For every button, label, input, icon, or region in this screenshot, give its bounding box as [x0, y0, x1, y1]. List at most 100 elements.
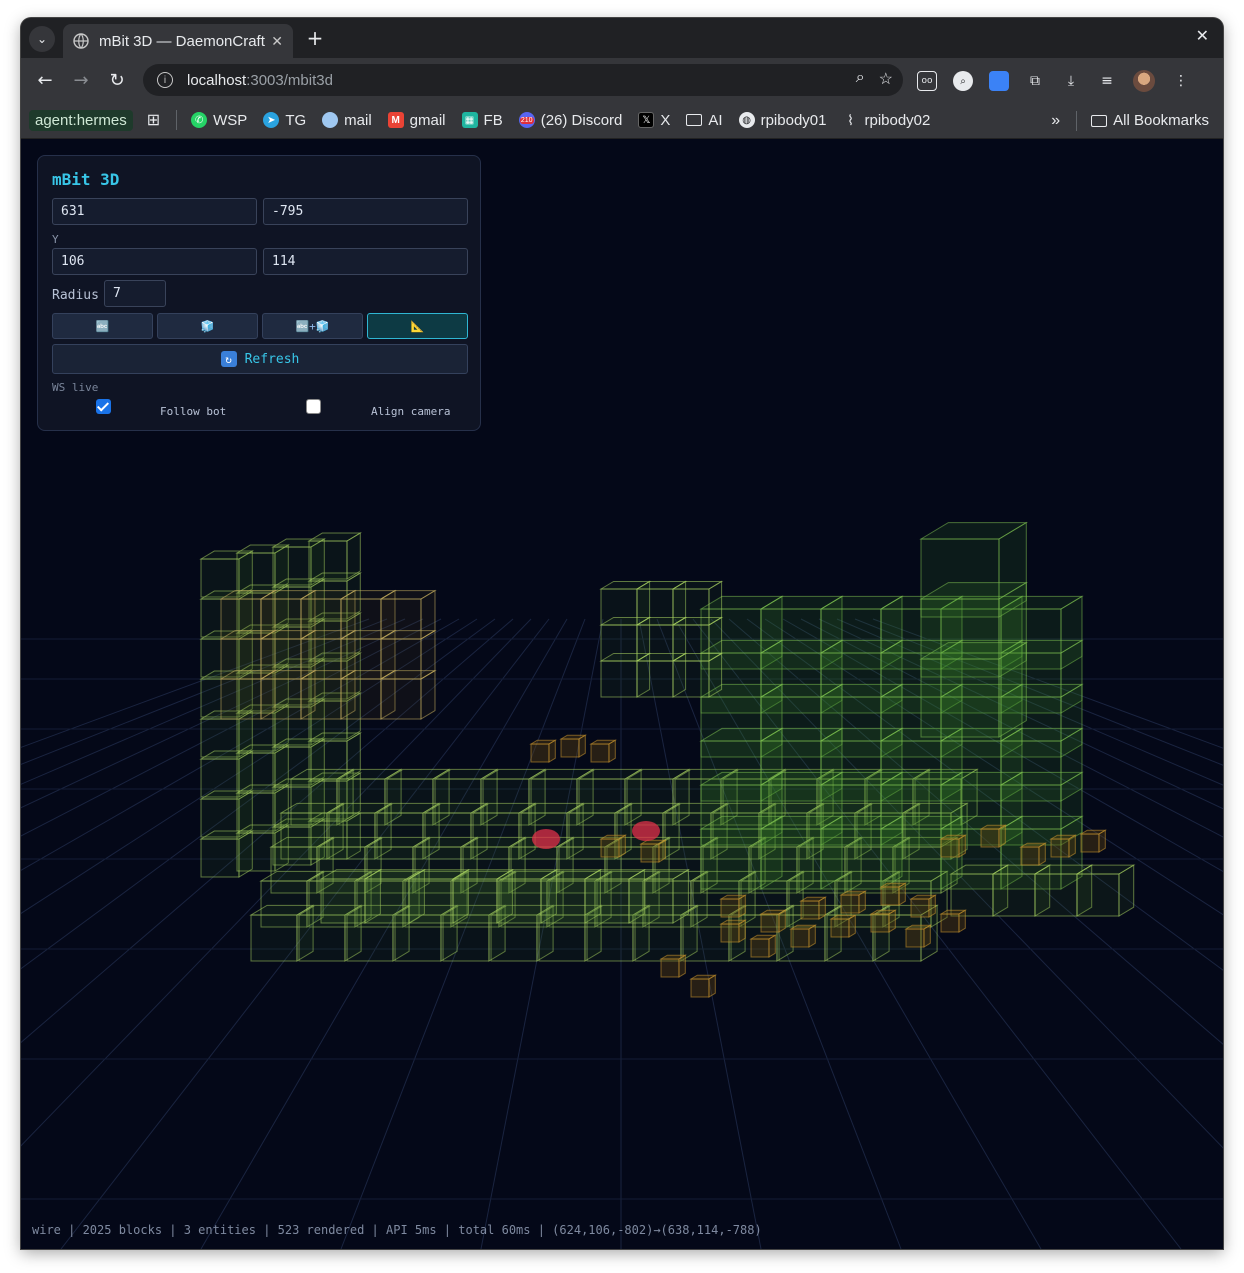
- mode-wire-button[interactable]: 📐: [367, 313, 468, 339]
- bookmark-x[interactable]: 𝕏X: [638, 112, 670, 129]
- bookmark-gmail[interactable]: Mgmail: [387, 111, 446, 129]
- voxel-face: [998, 824, 1006, 848]
- new-tab-button[interactable]: +: [303, 26, 327, 50]
- voxel-face: [364, 878, 410, 924]
- entity-marker: [632, 821, 660, 841]
- media-control-icon[interactable]: ≡: [1097, 71, 1117, 91]
- voxel-face: [808, 924, 816, 948]
- whatsapp-icon: ✆: [191, 112, 208, 128]
- discord-icon: 210: [518, 112, 535, 128]
- profile-avatar[interactable]: [1133, 70, 1155, 92]
- bookmark-mail[interactable]: mail: [322, 112, 372, 129]
- voxel-face: [768, 934, 776, 958]
- voxel-face: [1068, 834, 1076, 858]
- voxel-block: [789, 924, 818, 948]
- voxel-face: [738, 894, 746, 918]
- bookmark-label: gmail: [409, 111, 446, 129]
- voxel-face: [800, 900, 820, 920]
- extension-glasses-icon[interactable]: oo: [917, 71, 937, 91]
- refresh-button[interactable]: ↻ Refresh: [52, 344, 468, 374]
- arrow-right-icon: →: [73, 69, 89, 91]
- extensions-puzzle-icon[interactable]: ⧉: [1025, 71, 1045, 91]
- voxel-face: [720, 898, 740, 918]
- forward-button[interactable]: →: [69, 68, 93, 92]
- voxel-face: [496, 878, 542, 924]
- bookmark-rpibody02[interactable]: ⌇ rpibody02: [842, 112, 930, 129]
- bookmark-discord[interactable]: 210 (26) Discord: [518, 112, 622, 129]
- url-host: localhost: [187, 71, 247, 89]
- voxel-face: [672, 868, 689, 924]
- x-input[interactable]: 631: [52, 198, 257, 225]
- tab-search-button[interactable]: ⌄: [29, 26, 55, 52]
- browser-window: ⌄ mBit 3D — DaemonCraft ✕ + ✕ ← → ↻ i lo…: [21, 18, 1223, 1249]
- voxel-face: [636, 660, 674, 698]
- mode-text-button[interactable]: 🔤: [52, 313, 153, 339]
- folder-icon: [686, 114, 703, 126]
- more-bookmarks-icon[interactable]: »: [1051, 112, 1060, 130]
- voxel-block: [919, 641, 1029, 738]
- follow-bot-checkbox[interactable]: [96, 399, 111, 414]
- address-bar[interactable]: i localhost:3003/mbit3d ⌕ ☆: [143, 64, 903, 96]
- tab-active[interactable]: mBit 3D — DaemonCraft ✕: [63, 24, 293, 58]
- voxel-face: [958, 909, 966, 933]
- y-max-input[interactable]: 114: [263, 248, 468, 275]
- voxel-face: [708, 974, 716, 998]
- voxel-block: [759, 909, 788, 933]
- mode-cube-button[interactable]: 🧊: [157, 313, 258, 339]
- extension-blue-icon[interactable]: [989, 71, 1009, 91]
- voxel-face: [928, 894, 936, 918]
- site-info-icon[interactable]: i: [157, 72, 173, 88]
- voxel-face: [1050, 838, 1070, 858]
- entity-marker: [532, 829, 560, 849]
- align-camera-checkbox[interactable]: [306, 399, 321, 414]
- 3d-viewport[interactable]: mBit 3D 631 -795 Y 106 114 Radius 7 🔤 🧊 …: [21, 139, 1223, 1249]
- voxel-face: [1034, 873, 1078, 917]
- voxel-face: [340, 678, 382, 720]
- zoom-icon[interactable]: ⌕: [856, 69, 865, 89]
- voxel-face: [250, 914, 298, 962]
- bookmark-star-icon[interactable]: ☆: [879, 69, 893, 89]
- voxel-face: [640, 843, 660, 863]
- voxel-face: [738, 919, 746, 943]
- voxel-face: [910, 898, 930, 918]
- panel-title: mBit 3D: [52, 170, 120, 189]
- voxel-block: [909, 894, 938, 918]
- voxel-face: [608, 739, 616, 763]
- radius-input[interactable]: 7: [104, 280, 166, 307]
- voxel-face: [628, 878, 674, 924]
- globe-icon: ◍: [738, 112, 755, 128]
- bookmark-label: rpibody02: [864, 111, 931, 129]
- voxel-block: [1019, 842, 1048, 866]
- bookmark-label: mail: [344, 111, 372, 129]
- voxel-face: [690, 978, 710, 998]
- bookmark-tg[interactable]: ➤ TG: [263, 112, 306, 129]
- bookmark-fb[interactable]: ▦ FB: [461, 112, 503, 129]
- tab-title: mBit 3D — DaemonCraft: [99, 32, 265, 50]
- voxel-block: [979, 824, 1008, 848]
- mode-text-cube-button[interactable]: 🔤+🧊: [262, 313, 363, 339]
- bookmark-folder-ai[interactable]: AI: [686, 112, 723, 129]
- tab-close-icon[interactable]: ✕: [271, 33, 283, 50]
- bookmark-label: rpibody01: [760, 111, 827, 129]
- voxel-block: [1075, 864, 1136, 917]
- menu-kebab-icon[interactable]: ⋮: [1171, 71, 1191, 91]
- y-min-input[interactable]: 106: [52, 248, 257, 275]
- extension-search-icon[interactable]: ⌕: [953, 71, 973, 91]
- voxel-face: [898, 882, 906, 906]
- voxel-face: [1038, 842, 1046, 866]
- voxel-face: [840, 894, 860, 914]
- back-button[interactable]: ←: [33, 68, 57, 92]
- z-input[interactable]: -795: [263, 198, 468, 225]
- voxel-face: [1076, 873, 1120, 917]
- voxel-face: [346, 532, 361, 580]
- bookmark-rpibody01[interactable]: ◍ rpibody01: [738, 111, 827, 129]
- bookmark-agent-hermes[interactable]: agent:hermes: [29, 109, 133, 131]
- window-close-icon[interactable]: ✕: [1196, 26, 1209, 45]
- reload-button[interactable]: ↻: [105, 68, 129, 92]
- voxel-block: [879, 882, 908, 906]
- bookmark-wsp[interactable]: ✆ WSP: [191, 112, 247, 129]
- all-bookmarks-button[interactable]: All Bookmarks: [1091, 112, 1209, 129]
- apps-grid-icon[interactable]: ⊞: [147, 110, 160, 130]
- voxel-face: [600, 838, 620, 858]
- download-icon[interactable]: ⤓: [1061, 71, 1081, 91]
